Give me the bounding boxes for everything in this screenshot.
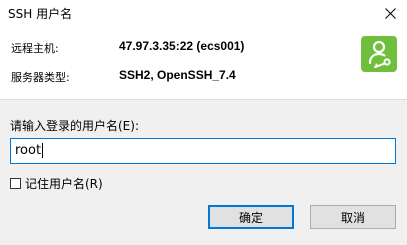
username-prompt: 请输入登录的用户名(E): bbox=[10, 119, 139, 133]
remember-username-label: 记住用户名(R) bbox=[25, 177, 103, 191]
cancel-button[interactable]: 取消 bbox=[310, 205, 396, 229]
close-icon bbox=[384, 7, 396, 19]
user-key-icon bbox=[361, 36, 397, 72]
host-label: 远程主机: bbox=[11, 42, 59, 55]
server-type-label: 服务器类型: bbox=[11, 71, 70, 84]
text-caret bbox=[42, 143, 44, 158]
host-value: 47.97.3.35:22 (ecs001) bbox=[119, 39, 245, 53]
title-bar: SSH 用户名 bbox=[0, 0, 407, 26]
connection-info-panel bbox=[0, 26, 407, 98]
window-title: SSH 用户名 bbox=[8, 7, 73, 21]
ok-button[interactable]: 确定 bbox=[208, 205, 294, 229]
remember-username-checkbox[interactable]: 记住用户名(R) bbox=[10, 175, 103, 192]
close-button[interactable] bbox=[379, 2, 401, 24]
checkbox-box[interactable] bbox=[10, 178, 21, 189]
username-value: root bbox=[15, 143, 42, 158]
username-input[interactable]: root bbox=[10, 138, 396, 164]
server-type-value: SSH2, OpenSSH_7.4 bbox=[119, 68, 236, 82]
